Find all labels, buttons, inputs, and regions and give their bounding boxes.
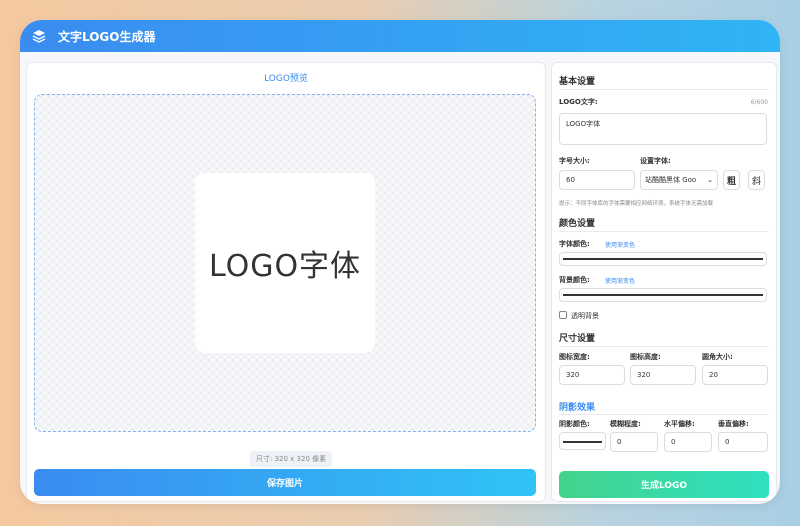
bold-button[interactable]: 粗 bbox=[723, 170, 740, 190]
shadow-color-picker[interactable] bbox=[559, 432, 606, 450]
font-family-select[interactable]: 站酷酷黑体 Goo ⌄ bbox=[640, 170, 718, 190]
layers-icon bbox=[32, 29, 46, 43]
v-offset-label: 垂直偏移: bbox=[718, 420, 749, 428]
height-input[interactable]: 320 bbox=[630, 365, 696, 385]
italic-button[interactable]: 斜 bbox=[748, 170, 765, 190]
logo-text-input[interactable]: LOGO字体 bbox=[559, 113, 767, 145]
font-size-label: 字号大小: bbox=[559, 157, 590, 165]
divider bbox=[559, 231, 769, 232]
transparent-bg-label: 透明背景 bbox=[571, 312, 599, 320]
generate-logo-button[interactable]: 生成LOGO bbox=[559, 471, 769, 498]
preview-title: LOGO预览 bbox=[264, 74, 308, 84]
color-settings-title: 颜色设置 bbox=[559, 219, 596, 229]
app-title: 文字LOGO生成器 bbox=[58, 29, 156, 44]
font-gradient-link[interactable]: 使用渐变色 bbox=[605, 240, 635, 249]
divider bbox=[559, 414, 769, 415]
preview-panel: LOGO预览 LOGO字体 尺寸: 320 x 320 像素 保存图片 bbox=[26, 62, 546, 502]
font-family-label: 设置字体: bbox=[640, 157, 671, 165]
size-settings-title: 尺寸设置 bbox=[559, 334, 596, 344]
app-window: 文字LOGO生成器 LOGO预览 LOGO字体 尺寸: 320 x 320 像素… bbox=[20, 20, 780, 504]
preview-canvas: LOGO字体 bbox=[34, 94, 536, 432]
bg-color-label: 背景颜色: bbox=[559, 276, 590, 284]
basic-settings-title: 基本设置 bbox=[559, 77, 596, 87]
shadow-settings-title: 阴影效果 bbox=[559, 403, 596, 413]
shadow-color-label: 阴影颜色: bbox=[559, 420, 590, 428]
settings-panel: 基本设置 LOGO文字: 6/600 LOGO字体 字号大小: 设置字体: 60… bbox=[551, 62, 777, 502]
chevron-down-icon: ⌄ bbox=[707, 176, 713, 184]
divider bbox=[559, 89, 769, 90]
char-count: 6/600 bbox=[750, 99, 768, 106]
font-size-input[interactable]: 60 bbox=[559, 170, 635, 190]
width-label: 图标宽度: bbox=[559, 353, 590, 361]
radius-label: 圆角大小: bbox=[702, 353, 733, 361]
bg-gradient-link[interactable]: 使用渐变色 bbox=[605, 276, 635, 285]
font-color-label: 字体颜色: bbox=[559, 240, 590, 248]
logo-text-label: LOGO文字: bbox=[559, 98, 598, 106]
font-color-picker[interactable] bbox=[559, 252, 767, 266]
transparent-bg-checkbox[interactable] bbox=[559, 311, 567, 319]
h-offset-label: 水平偏移: bbox=[664, 420, 695, 428]
blur-label: 模糊程度: bbox=[610, 420, 641, 428]
logo-preview-text: LOGO字体 bbox=[208, 249, 362, 284]
save-image-button[interactable]: 保存图片 bbox=[34, 469, 536, 496]
bg-color-picker[interactable] bbox=[559, 288, 767, 302]
title-bar: 文字LOGO生成器 bbox=[20, 20, 780, 52]
h-offset-input[interactable]: 0 bbox=[664, 432, 712, 452]
blur-input[interactable]: 0 bbox=[610, 432, 658, 452]
height-label: 图标高度: bbox=[630, 353, 661, 361]
v-offset-input[interactable]: 0 bbox=[718, 432, 768, 452]
font-hint: 提示：不同字体库的字体需要相应网络环境，系统字体无需加载 bbox=[559, 201, 714, 207]
radius-input[interactable]: 20 bbox=[702, 365, 768, 385]
logo-preview: LOGO字体 bbox=[195, 173, 375, 353]
width-input[interactable]: 320 bbox=[559, 365, 625, 385]
font-family-value: 站酷酷黑体 Goo bbox=[645, 176, 697, 184]
divider bbox=[559, 346, 769, 347]
size-info: 尺寸: 320 x 320 像素 bbox=[250, 451, 333, 467]
